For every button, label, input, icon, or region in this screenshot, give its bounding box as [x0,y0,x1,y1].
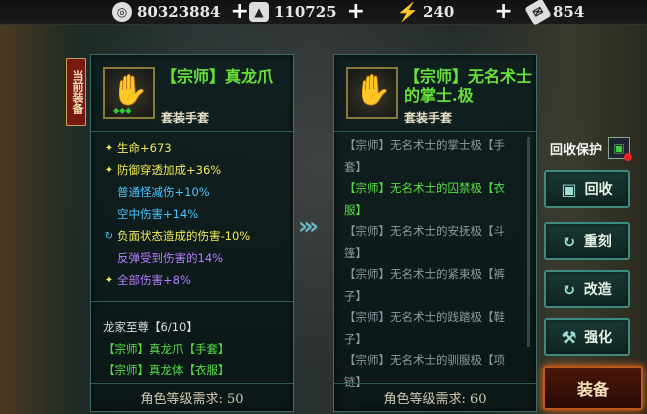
button-label: 重刻 [583,234,612,250]
energy-amount: 240 [423,3,455,21]
stat-text: 普通怪减伤+10% [117,185,210,199]
stat-line: 反弹受到伤害的14% [117,249,223,267]
cycle-icon: ↻ [104,230,114,242]
stat-line: ↻ 负面状态造成的伤害-10% [103,227,250,245]
current-item-panel: ✋ ◆◆◆ 【宗师】真龙爪 套装手套 ✦ 生命+673 ✦ 防御穿透加成+36%… [90,54,294,412]
coin-resource: ◎ 80323884 + [112,1,249,23]
button-label: 装备 [576,380,609,399]
ticket-icon: ✉ [524,0,552,26]
set-piece: 【宗师】无名术士的紧束极【裤子】 [344,267,505,303]
lightning-icon: ⚡ [396,1,420,23]
ticket-resource: ✉ 854 [524,0,585,26]
item-title: 【宗师】真龙爪 [161,67,274,86]
refresh-icon: ↻ [562,279,576,299]
set-piece: 【宗师】无名术士的践踏极【鞋子】 [344,310,505,346]
silver-ingot-icon: ▲ [249,2,269,22]
divider [91,301,293,302]
set-piece: 【宗师】无名术士的掌士极【手套】 [344,138,505,174]
item-subtitle: 套装手套 [404,111,453,125]
stat-text: 反弹受到伤害的14% [117,251,224,265]
current-equipped-tag: 当前装备 [66,58,86,126]
item-subtitle: 套装手套 [161,111,210,125]
level-requirement: 角色等级需求: 50 [140,392,244,407]
enhance-button[interactable]: ⚒ 强化 [544,318,630,356]
item-icon-frame[interactable]: ✋ ◆◆◆ [103,67,155,119]
scrollbar[interactable] [527,137,530,347]
refine-button[interactable]: ↻ 改造 [544,270,630,308]
recycle-protect-toggle[interactable]: 回收保护 ▣ [550,137,633,161]
button-label: 改造 [583,282,612,298]
stat-line: ✦ 全部伤害+8% [103,271,191,289]
stat-text: 负面状态造成的伤害-10% [117,229,251,243]
stat-text: 全部伤害+8% [117,273,191,287]
reforge-button[interactable]: ↻ 重刻 [544,222,630,260]
add-silver-button[interactable]: + [347,1,365,23]
gem-slots-icon: ◆◆◆ [113,106,132,115]
energy-resource: ⚡ 240 + [396,1,513,23]
wing-icon: ✦ [104,164,114,176]
set-piece: 【宗师】真龙体【衣服】 [103,363,230,377]
divider [91,383,293,384]
stat-text: 生命+673 [117,141,172,155]
set-name: 龙家至尊【6/10】 [103,320,198,334]
protect-checkbox-icon[interactable]: ▣ [608,137,633,161]
set-piece-list: 【宗师】无名术士的掌士极【手套】 【宗师】无名术士的囚禁极【衣服】 【宗师】无名… [344,135,520,393]
resource-bar: ◎ 80323884 + ▲ 110725 + ⚡ 240 + ✉ 854 [0,0,647,26]
compare-item-panel: ✋ 【宗师】无名术士的掌士.极 套装手套 【宗师】无名术士的掌士极【手套】 【宗… [333,54,537,412]
set-piece: 【宗师】无名术士的囚禁极【衣服】 [344,181,505,217]
stat-text: 空中伤害+14% [117,207,199,221]
hammer-icon: ⚒ [561,327,577,347]
item-icon-frame[interactable]: ✋ [346,67,398,119]
divider [91,131,293,132]
dragon-claw-icon: ✋ [111,73,149,108]
ticket-amount: 854 [553,3,585,21]
set-piece: 【宗师】无名术士的驯服极【项链】 [344,353,505,389]
coin-icon: ◎ [112,2,132,22]
set-piece: 【宗师】真龙爪【手套】 [103,342,230,356]
cube-icon: ▣ [561,179,577,199]
button-label: 回收 [584,182,613,198]
compare-arrow-icon: »» [298,212,319,240]
equip-button[interactable]: 装备 [543,366,643,410]
item-title: 【宗师】无名术士的掌士.极 [404,67,533,105]
set-piece: 【宗师】无名术士的安抚极【斗篷】 [344,224,505,260]
stat-line: 普通怪减伤+10% [117,183,210,201]
add-energy-button[interactable]: + [494,1,512,23]
stat-text: 防御穿透加成+36% [117,163,222,177]
add-coin-button[interactable]: + [231,1,249,23]
stat-line: 空中伤害+14% [117,205,198,223]
wing-icon: ✦ [104,142,114,154]
stat-line: ✦ 生命+673 [103,139,172,157]
silver-resource: ▲ 110725 + [249,1,365,23]
divider [334,383,536,384]
silver-amount: 110725 [274,3,337,21]
level-requirement: 角色等级需求: 60 [383,392,487,407]
gauntlet-icon: ✋ [354,73,392,108]
divider [334,131,536,132]
wing-icon: ✦ [104,274,114,286]
button-label: 强化 [584,330,613,346]
stat-line: ✦ 防御穿透加成+36% [103,161,221,179]
recycle-button[interactable]: ▣ 回收 [544,170,630,208]
coin-amount: 80323884 [137,3,221,21]
protect-label: 回收保护 [550,142,603,158]
refresh-icon: ↻ [562,231,576,251]
